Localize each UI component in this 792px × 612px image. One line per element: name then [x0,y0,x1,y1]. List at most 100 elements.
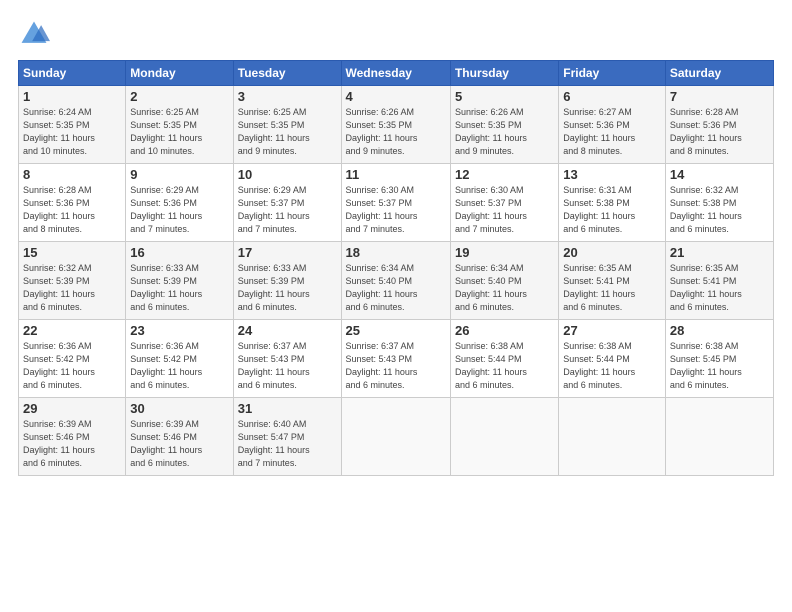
header-cell-wednesday: Wednesday [341,61,450,86]
day-detail: Sunrise: 6:28 AM Sunset: 5:36 PM Dayligh… [23,184,121,236]
week-row: 29 Sunrise: 6:39 AM Sunset: 5:46 PM Dayli… [19,398,774,476]
calendar-cell: 15 Sunrise: 6:32 AM Sunset: 5:39 PM Dayli… [19,242,126,320]
calendar-cell: 31 Sunrise: 6:40 AM Sunset: 5:47 PM Dayli… [233,398,341,476]
day-number: 12 [455,167,554,182]
day-detail: Sunrise: 6:34 AM Sunset: 5:40 PM Dayligh… [346,262,446,314]
day-number: 7 [670,89,769,104]
calendar-cell: 25Sunrise: 6:37 AM Sunset: 5:43 PM Dayli… [341,320,450,398]
day-number: 1 [23,89,121,104]
calendar-cell: 28 Sunrise: 6:38 AM Sunset: 5:45 PM Dayli… [665,320,773,398]
day-number: 17 [238,245,337,260]
day-detail: Sunrise: 6:28 AM Sunset: 5:36 PM Dayligh… [670,106,769,158]
day-number: 16 [130,245,228,260]
day-number: 4 [346,89,446,104]
day-detail: Sunrise: 6:32 AM Sunset: 5:38 PM Dayligh… [670,184,769,236]
day-number: 3 [238,89,337,104]
calendar-cell: 8 Sunrise: 6:28 AM Sunset: 5:36 PM Daylig… [19,164,126,242]
day-number: 29 [23,401,121,416]
calendar-cell [665,398,773,476]
calendar-cell: 10 Sunrise: 6:29 AM Sunset: 5:37 PM Dayli… [233,164,341,242]
day-number: 15 [23,245,121,260]
calendar-cell: 30 Sunrise: 6:39 AM Sunset: 5:46 PM Dayli… [126,398,233,476]
header-cell-thursday: Thursday [450,61,558,86]
day-number: 20 [563,245,661,260]
day-number: 24 [238,323,337,338]
calendar-cell [559,398,666,476]
day-number: 11 [346,167,446,182]
day-detail: Sunrise: 6:37 AM Sunset: 5:43 PM Dayligh… [238,340,337,392]
calendar-cell: 27Sunrise: 6:38 AM Sunset: 5:44 PM Dayli… [559,320,666,398]
calendar-cell: 5 Sunrise: 6:26 AM Sunset: 5:35 PM Daylig… [450,86,558,164]
calendar-cell [341,398,450,476]
day-number: 30 [130,401,228,416]
week-row: 8 Sunrise: 6:28 AM Sunset: 5:36 PM Daylig… [19,164,774,242]
day-detail: Sunrise: 6:39 AM Sunset: 5:46 PM Dayligh… [130,418,228,470]
day-detail: Sunrise: 6:38 AM Sunset: 5:45 PM Dayligh… [670,340,769,392]
calendar-cell: 22 Sunrise: 6:36 AM Sunset: 5:42 PM Dayli… [19,320,126,398]
day-detail: Sunrise: 6:24 AM Sunset: 5:35 PM Dayligh… [23,106,121,158]
day-detail: Sunrise: 6:38 AM Sunset: 5:44 PM Dayligh… [563,340,661,392]
logo-icon [18,18,50,50]
day-number: 8 [23,167,121,182]
day-detail: Sunrise: 6:29 AM Sunset: 5:36 PM Dayligh… [130,184,228,236]
day-detail: Sunrise: 6:31 AM Sunset: 5:38 PM Dayligh… [563,184,661,236]
day-detail: Sunrise: 6:26 AM Sunset: 5:35 PM Dayligh… [455,106,554,158]
week-row: 1 Sunrise: 6:24 AM Sunset: 5:35 PM Daylig… [19,86,774,164]
day-detail: Sunrise: 6:33 AM Sunset: 5:39 PM Dayligh… [130,262,228,314]
day-number: 13 [563,167,661,182]
calendar-table: SundayMondayTuesdayWednesdayThursdayFrid… [18,60,774,476]
logo [18,18,54,50]
day-number: 9 [130,167,228,182]
calendar-cell: 11 Sunrise: 6:30 AM Sunset: 5:37 PM Dayli… [341,164,450,242]
calendar-cell: 14 Sunrise: 6:32 AM Sunset: 5:38 PM Dayli… [665,164,773,242]
day-number: 18 [346,245,446,260]
day-detail: Sunrise: 6:36 AM Sunset: 5:42 PM Dayligh… [130,340,228,392]
day-number: 5 [455,89,554,104]
calendar-cell: 24 Sunrise: 6:37 AM Sunset: 5:43 PM Dayli… [233,320,341,398]
header-cell-tuesday: Tuesday [233,61,341,86]
header-row: SundayMondayTuesdayWednesdayThursdayFrid… [19,61,774,86]
calendar-cell [450,398,558,476]
header-cell-friday: Friday [559,61,666,86]
day-detail: Sunrise: 6:40 AM Sunset: 5:47 PM Dayligh… [238,418,337,470]
calendar-cell: 17 Sunrise: 6:33 AM Sunset: 5:39 PM Dayli… [233,242,341,320]
day-detail: Sunrise: 6:35 AM Sunset: 5:41 PM Dayligh… [563,262,661,314]
day-detail: Sunrise: 6:25 AM Sunset: 5:35 PM Dayligh… [238,106,337,158]
day-detail: Sunrise: 6:30 AM Sunset: 5:37 PM Dayligh… [455,184,554,236]
day-detail: Sunrise: 6:33 AM Sunset: 5:39 PM Dayligh… [238,262,337,314]
calendar-cell: 19Sunrise: 6:34 AM Sunset: 5:40 PM Dayli… [450,242,558,320]
day-number: 28 [670,323,769,338]
day-number: 14 [670,167,769,182]
day-number: 2 [130,89,228,104]
day-number: 22 [23,323,121,338]
week-row: 22 Sunrise: 6:36 AM Sunset: 5:42 PM Dayli… [19,320,774,398]
week-row: 15 Sunrise: 6:32 AM Sunset: 5:39 PM Dayli… [19,242,774,320]
day-detail: Sunrise: 6:30 AM Sunset: 5:37 PM Dayligh… [346,184,446,236]
day-number: 23 [130,323,228,338]
header-cell-saturday: Saturday [665,61,773,86]
day-number: 31 [238,401,337,416]
calendar-cell: 9 Sunrise: 6:29 AM Sunset: 5:36 PM Daylig… [126,164,233,242]
day-detail: Sunrise: 6:34 AM Sunset: 5:40 PM Dayligh… [455,262,554,314]
day-detail: Sunrise: 6:39 AM Sunset: 5:46 PM Dayligh… [23,418,121,470]
day-number: 10 [238,167,337,182]
calendar-cell: 16 Sunrise: 6:33 AM Sunset: 5:39 PM Dayli… [126,242,233,320]
day-detail: Sunrise: 6:38 AM Sunset: 5:44 PM Dayligh… [455,340,554,392]
calendar-cell: 6Sunrise: 6:27 AM Sunset: 5:36 PM Daylig… [559,86,666,164]
day-detail: Sunrise: 6:36 AM Sunset: 5:42 PM Dayligh… [23,340,121,392]
day-detail: Sunrise: 6:37 AM Sunset: 5:43 PM Dayligh… [346,340,446,392]
calendar-cell: 7 Sunrise: 6:28 AM Sunset: 5:36 PM Daylig… [665,86,773,164]
header [18,18,774,50]
calendar-cell: 23 Sunrise: 6:36 AM Sunset: 5:42 PM Dayli… [126,320,233,398]
calendar-cell: 26Sunrise: 6:38 AM Sunset: 5:44 PM Dayli… [450,320,558,398]
calendar-cell: 13 Sunrise: 6:31 AM Sunset: 5:38 PM Dayli… [559,164,666,242]
day-detail: Sunrise: 6:32 AM Sunset: 5:39 PM Dayligh… [23,262,121,314]
calendar-cell: 29 Sunrise: 6:39 AM Sunset: 5:46 PM Dayli… [19,398,126,476]
day-detail: Sunrise: 6:26 AM Sunset: 5:35 PM Dayligh… [346,106,446,158]
calendar-cell: 12 Sunrise: 6:30 AM Sunset: 5:37 PM Dayli… [450,164,558,242]
day-detail: Sunrise: 6:27 AM Sunset: 5:36 PM Dayligh… [563,106,661,158]
calendar-cell: 3 Sunrise: 6:25 AM Sunset: 5:35 PM Daylig… [233,86,341,164]
day-detail: Sunrise: 6:29 AM Sunset: 5:37 PM Dayligh… [238,184,337,236]
day-detail: Sunrise: 6:35 AM Sunset: 5:41 PM Dayligh… [670,262,769,314]
calendar-cell: 2Sunrise: 6:25 AM Sunset: 5:35 PM Daylig… [126,86,233,164]
